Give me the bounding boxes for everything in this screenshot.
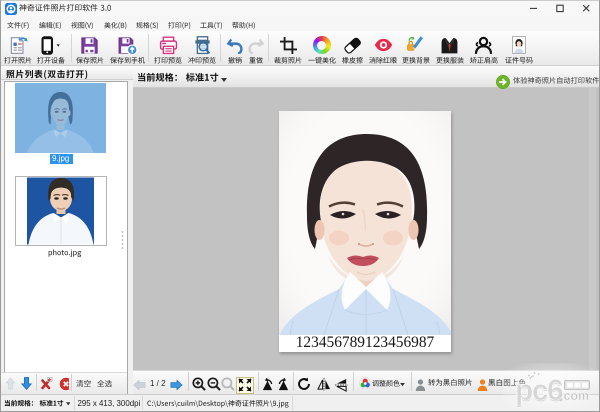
svg-text:.com: .com [560,389,589,403]
svg-text:pc6: pc6 [515,374,563,407]
